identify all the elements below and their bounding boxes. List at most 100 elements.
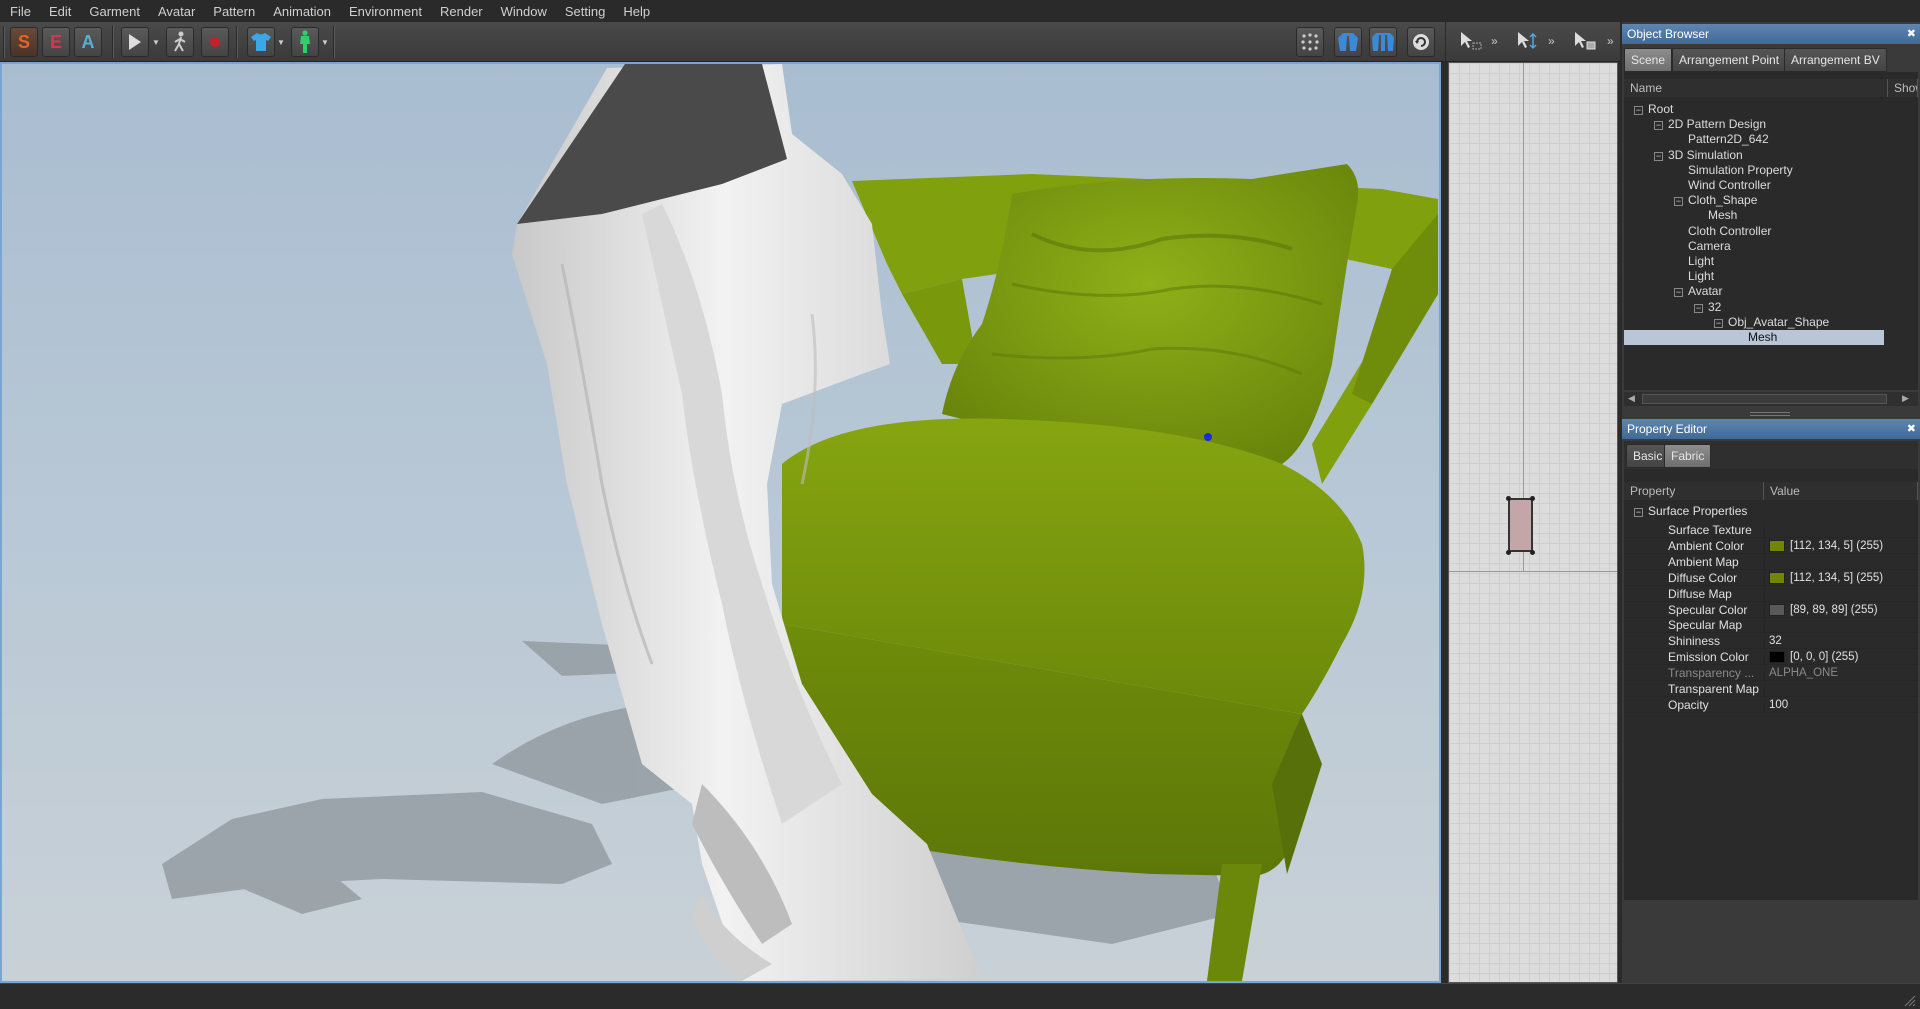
reset-button[interactable]: [1407, 27, 1435, 57]
property-row[interactable]: Specular Color [89, 89, 89] (255): [1624, 601, 1918, 618]
property-row[interactable]: Transparency ... ALPHA_ONE: [1624, 665, 1918, 682]
collapse-toggle[interactable]: −: [1694, 303, 1703, 313]
fit-all-garments-button[interactable]: [1369, 27, 1397, 57]
column-show[interactable]: Show: [1888, 79, 1918, 97]
tree-node[interactable]: Cloth Controller: [1674, 224, 1771, 239]
more-tools-chevron[interactable]: »: [1548, 34, 1555, 48]
tab-scene[interactable]: Scene: [1624, 48, 1673, 72]
menu-file[interactable]: File: [10, 4, 31, 19]
panel-splitter[interactable]: [1750, 412, 1790, 416]
scrollbar-thumb[interactable]: [1642, 394, 1887, 404]
column-name[interactable]: Name: [1624, 79, 1888, 97]
pattern-point[interactable]: [1506, 550, 1511, 555]
play-dropdown[interactable]: ▼: [151, 27, 161, 57]
garment-dropdown[interactable]: ▼: [276, 27, 286, 57]
property-row[interactable]: Emission Color [0, 0, 0] (255): [1624, 649, 1918, 666]
2d-pattern-panel[interactable]: [1448, 62, 1618, 983]
property-row[interactable]: Shininess 32: [1624, 633, 1918, 650]
tab-fabric[interactable]: Fabric: [1664, 444, 1712, 468]
menu-help[interactable]: Help: [623, 4, 650, 19]
tree-node[interactable]: Mesh: [1624, 330, 1884, 345]
property-row[interactable]: Opacity 100: [1624, 696, 1918, 713]
collapse-toggle[interactable]: −: [1674, 197, 1683, 207]
menu-animation[interactable]: Animation: [273, 4, 331, 19]
property-value[interactable]: [1764, 585, 1918, 602]
tree-node[interactable]: Light: [1674, 254, 1714, 269]
3d-viewport[interactable]: [0, 62, 1441, 983]
color-swatch[interactable]: [1769, 651, 1785, 664]
record-button[interactable]: [201, 27, 229, 57]
property-row[interactable]: Specular Map: [1624, 617, 1918, 634]
tree-horizontal-scrollbar[interactable]: ◀ ▶: [1624, 392, 1918, 406]
resize-grip-icon[interactable]: [1902, 993, 1916, 1007]
property-value[interactable]: [112, 134, 5] (255): [1764, 569, 1918, 586]
menu-garment[interactable]: Garment: [89, 4, 140, 19]
tree-node[interactable]: Pattern2D_642: [1674, 132, 1769, 147]
group-surface-properties[interactable]: − Surface Properties: [1634, 504, 1747, 518]
scroll-left-icon[interactable]: ◀: [1628, 393, 1635, 404]
menu-pattern[interactable]: Pattern: [213, 4, 255, 19]
menu-setting[interactable]: Setting: [565, 4, 605, 19]
color-swatch[interactable]: [1769, 571, 1785, 584]
close-icon[interactable]: ✖: [1907, 24, 1916, 44]
particle-distance-button[interactable]: [1296, 27, 1324, 57]
pattern-piece[interactable]: [1508, 498, 1533, 552]
close-icon[interactable]: ✖: [1907, 419, 1916, 439]
tree-node[interactable]: Camera: [1674, 239, 1731, 254]
tab-arrangement-point[interactable]: Arrangement Point: [1672, 48, 1787, 72]
pattern-point[interactable]: [1506, 496, 1511, 501]
property-row[interactable]: Transparent Map: [1624, 681, 1918, 697]
tree-node[interactable]: −2D Pattern Design: [1654, 117, 1766, 132]
select-tool-button[interactable]: [1458, 30, 1488, 54]
avatar-dropdown[interactable]: ▼: [320, 27, 330, 57]
tree-node[interactable]: − Root: [1634, 102, 1673, 117]
property-value[interactable]: [112, 134, 5] (255): [1764, 537, 1918, 554]
more-tools-chevron[interactable]: »: [1607, 34, 1614, 48]
menu-edit[interactable]: Edit: [49, 4, 71, 19]
property-value[interactable]: [1764, 681, 1918, 697]
edit-mode-button[interactable]: E: [42, 27, 70, 57]
transform-tool-button[interactable]: [1515, 30, 1545, 54]
collapse-toggle[interactable]: −: [1634, 106, 1643, 115]
collapse-toggle[interactable]: −: [1674, 288, 1683, 298]
collapse-toggle[interactable]: −: [1654, 151, 1663, 161]
tree-node[interactable]: − Obj_Avatar_Shape: [1714, 315, 1829, 330]
property-value[interactable]: ALPHA_ONE: [1764, 665, 1918, 682]
garment-button[interactable]: [247, 27, 275, 57]
fit-garment-button[interactable]: [1334, 27, 1362, 57]
more-tools-chevron[interactable]: »: [1491, 34, 1498, 48]
property-row[interactable]: Ambient Map: [1624, 553, 1918, 570]
tree-node[interactable]: Mesh: [1694, 208, 1737, 223]
property-value[interactable]: [0, 0, 0] (255): [1764, 649, 1918, 666]
property-value[interactable]: [1764, 522, 1918, 538]
tree-node[interactable]: − Avatar: [1674, 284, 1722, 299]
scroll-right-icon[interactable]: ▶: [1902, 393, 1909, 404]
menu-avatar[interactable]: Avatar: [158, 4, 195, 19]
scene-tree[interactable]: − Root −2D Pattern Design Pattern2D_642−3D …: [1624, 98, 1918, 390]
menu-environment[interactable]: Environment: [349, 4, 422, 19]
property-value[interactable]: 100: [1764, 696, 1918, 713]
avatar-button[interactable]: [291, 27, 319, 57]
walk-button[interactable]: [166, 27, 194, 57]
property-row[interactable]: Diffuse Map: [1624, 585, 1918, 602]
edit-pattern-tool-button[interactable]: [1572, 30, 1602, 54]
tree-node[interactable]: −3D Simulation: [1654, 148, 1743, 163]
property-value[interactable]: [1764, 553, 1918, 570]
menu-render[interactable]: Render: [440, 4, 483, 19]
tree-node[interactable]: Wind Controller: [1674, 178, 1771, 193]
collapse-toggle[interactable]: −: [1654, 121, 1663, 131]
color-swatch[interactable]: [1769, 603, 1785, 616]
collapse-toggle[interactable]: −: [1714, 318, 1723, 328]
pattern-point[interactable]: [1530, 496, 1535, 501]
tree-node[interactable]: Simulation Property: [1674, 163, 1793, 178]
animation-mode-button[interactable]: A: [74, 27, 102, 57]
property-value[interactable]: [89, 89, 89] (255): [1764, 601, 1918, 618]
tab-arrangement-bv[interactable]: Arrangement BV: [1784, 48, 1887, 72]
tree-node[interactable]: − Cloth_Shape: [1674, 193, 1757, 208]
menu-window[interactable]: Window: [501, 4, 547, 19]
collapse-toggle[interactable]: −: [1634, 508, 1643, 517]
tab-basic[interactable]: Basic: [1626, 444, 1670, 468]
property-value[interactable]: 32: [1764, 633, 1918, 650]
property-value[interactable]: [1764, 617, 1918, 634]
simulation-mode-button[interactable]: S: [10, 27, 38, 57]
